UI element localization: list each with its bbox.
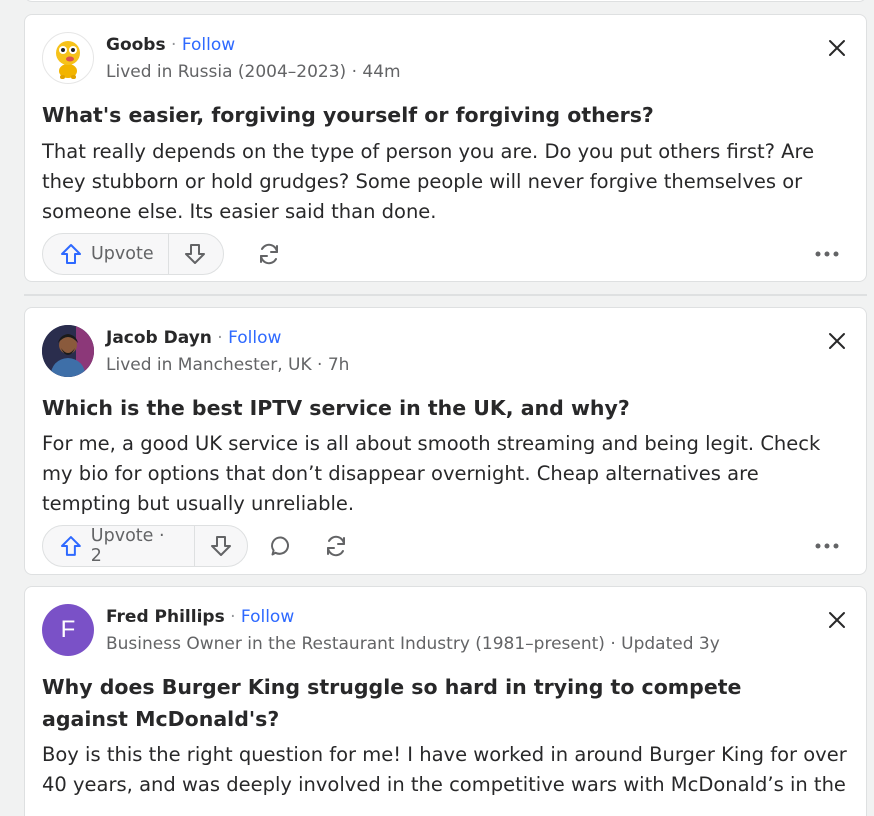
vote-pill: Upvote · 2 [42, 525, 248, 567]
author-credential: Lived in Russia (2004–2023) · 44m [106, 62, 401, 82]
author-credential: Business Owner in the Restaurant Industr… [106, 634, 720, 654]
close-icon[interactable] [826, 37, 848, 59]
more-button[interactable] [812, 239, 842, 269]
answer-text[interactable]: That really depends on the type of perso… [42, 137, 852, 227]
follow-button[interactable]: Follow [228, 328, 281, 348]
share-button[interactable] [254, 239, 284, 269]
person-avatar-icon [42, 325, 94, 377]
answer-card: Goobs · Follow Lived in Russia (2004–202… [24, 14, 867, 282]
author-line: Jacob Dayn · Follow [106, 328, 281, 348]
upvote-label: Upvote [91, 244, 154, 264]
separator-dot: · [217, 328, 223, 348]
upvote-arrow-icon [61, 244, 81, 264]
share-icon [327, 535, 345, 557]
feed-divider [24, 294, 867, 296]
close-icon[interactable] [826, 330, 848, 352]
answer-card: F Fred Phillips · Follow Business Owner … [24, 586, 867, 816]
author-name[interactable]: Fred Phillips [106, 607, 225, 627]
question-title[interactable]: What's easier, forgiving yourself or for… [42, 99, 842, 131]
question-title[interactable]: Which is the best IPTV service in the UK… [42, 392, 842, 424]
more-icon [815, 543, 839, 549]
comment-button[interactable] [266, 531, 296, 561]
comment-icon [271, 536, 289, 556]
downvote-arrow-icon [184, 244, 205, 264]
avatar[interactable]: F [42, 604, 94, 656]
smiley-avatar-icon [56, 41, 80, 79]
upvote-arrow-icon [60, 536, 81, 556]
question-title[interactable]: Why does Burger King struggle so hard in… [42, 671, 812, 735]
author-name[interactable]: Jacob Dayn [106, 328, 212, 348]
downvote-button[interactable] [195, 526, 247, 566]
upvote-label: Upvote · 2 [90, 526, 165, 566]
avatar[interactable] [42, 32, 94, 84]
author-name[interactable]: Goobs [106, 35, 166, 55]
more-button[interactable] [812, 531, 842, 561]
answer-text[interactable]: For me, a good UK service is all about s… [42, 429, 852, 519]
more-icon [815, 251, 839, 257]
upvote-button[interactable]: Upvote [43, 234, 168, 274]
upvote-button[interactable]: Upvote · 2 [43, 526, 194, 566]
downvote-button[interactable] [169, 234, 221, 274]
separator-dot: · [171, 35, 177, 55]
close-icon[interactable] [826, 609, 848, 631]
separator-dot: · [230, 607, 236, 627]
share-icon [260, 243, 278, 265]
follow-button[interactable]: Follow [182, 35, 235, 55]
share-button[interactable] [321, 531, 351, 561]
author-line: Goobs · Follow [106, 35, 235, 55]
avatar-letter: F [60, 616, 76, 643]
answer-text[interactable]: Boy is this the right question for me! I… [42, 740, 852, 800]
author-credential: Lived in Manchester, UK · 7h [106, 355, 350, 375]
downvote-arrow-icon [211, 536, 232, 556]
follow-button[interactable]: Follow [241, 607, 294, 627]
avatar[interactable] [42, 325, 94, 377]
previous-card-edge [24, 0, 867, 2]
answer-card: Jacob Dayn · Follow Lived in Manchester,… [24, 307, 867, 575]
author-line: Fred Phillips · Follow [106, 607, 294, 627]
vote-pill: Upvote [42, 233, 224, 275]
